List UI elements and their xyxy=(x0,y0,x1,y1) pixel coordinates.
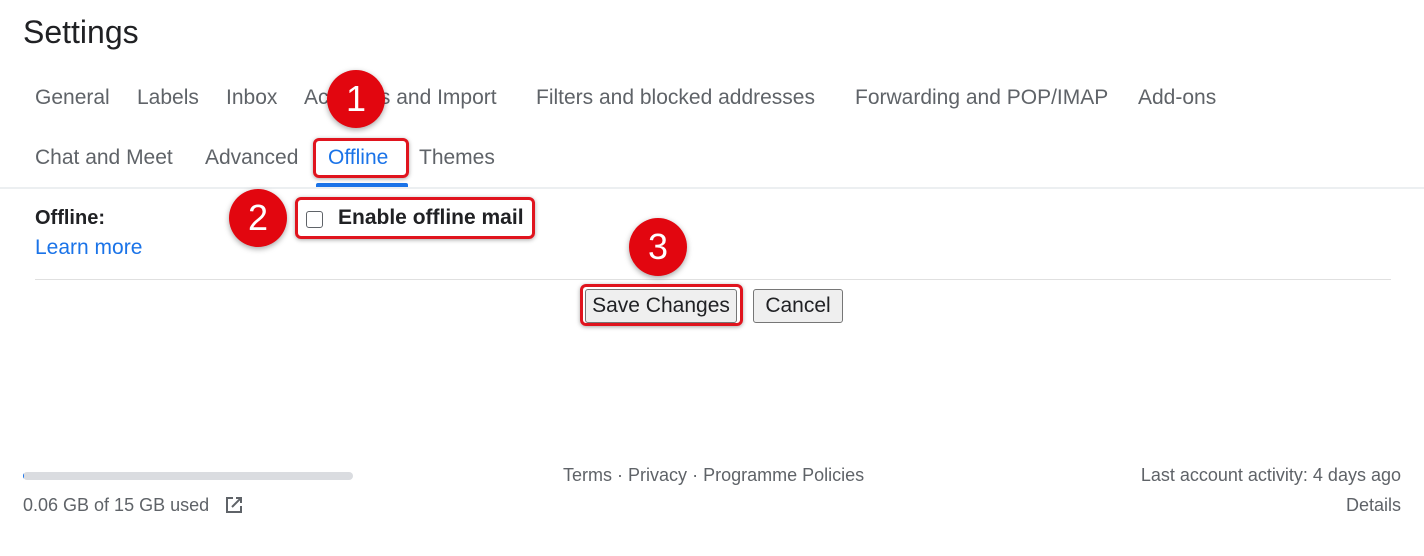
tab-add-ons[interactable]: Add-ons xyxy=(1138,86,1216,110)
storage-usage-fill xyxy=(23,472,25,480)
offline-setting-label: Offline: xyxy=(35,207,105,229)
separator: · xyxy=(692,465,699,485)
tab-filters[interactable]: Filters and blocked addresses xyxy=(536,86,815,110)
tab-advanced[interactable]: Advanced xyxy=(205,146,298,170)
content-divider xyxy=(35,279,1391,280)
step-badge-2: 2 xyxy=(229,189,287,247)
privacy-link[interactable]: Privacy xyxy=(628,465,687,485)
details-link[interactable]: Details xyxy=(1346,495,1401,516)
annotation-highlight-checkbox xyxy=(295,197,535,239)
footer-links: Terms · Privacy · Programme Policies xyxy=(563,465,864,486)
annotation-highlight-offline-tab xyxy=(313,138,409,178)
terms-link[interactable]: Terms xyxy=(563,465,612,485)
tab-labels[interactable]: Labels xyxy=(137,86,199,110)
programme-policies-link[interactable]: Programme Policies xyxy=(703,465,864,485)
tab-chat-and-meet[interactable]: Chat and Meet xyxy=(35,146,173,170)
tab-inbox[interactable]: Inbox xyxy=(226,86,277,110)
external-link-icon[interactable] xyxy=(222,493,246,517)
tab-forwarding[interactable]: Forwarding and POP/IMAP xyxy=(855,86,1108,110)
step-badge-1: 1 xyxy=(327,70,385,128)
annotation-highlight-save xyxy=(580,284,743,326)
cancel-button[interactable]: Cancel xyxy=(753,289,843,323)
tab-general[interactable]: General xyxy=(35,86,110,110)
learn-more-link[interactable]: Learn more xyxy=(35,236,142,260)
tab-themes[interactable]: Themes xyxy=(419,146,495,170)
last-account-activity: Last account activity: 4 days ago xyxy=(1140,465,1401,485)
tabs-divider xyxy=(0,187,1424,189)
storage-usage-text: 0.06 GB of 15 GB used xyxy=(23,495,210,515)
separator: · xyxy=(617,465,624,485)
step-badge-3: 3 xyxy=(629,218,687,276)
page-title: Settings xyxy=(23,14,139,50)
storage-usage-bar xyxy=(23,472,353,480)
